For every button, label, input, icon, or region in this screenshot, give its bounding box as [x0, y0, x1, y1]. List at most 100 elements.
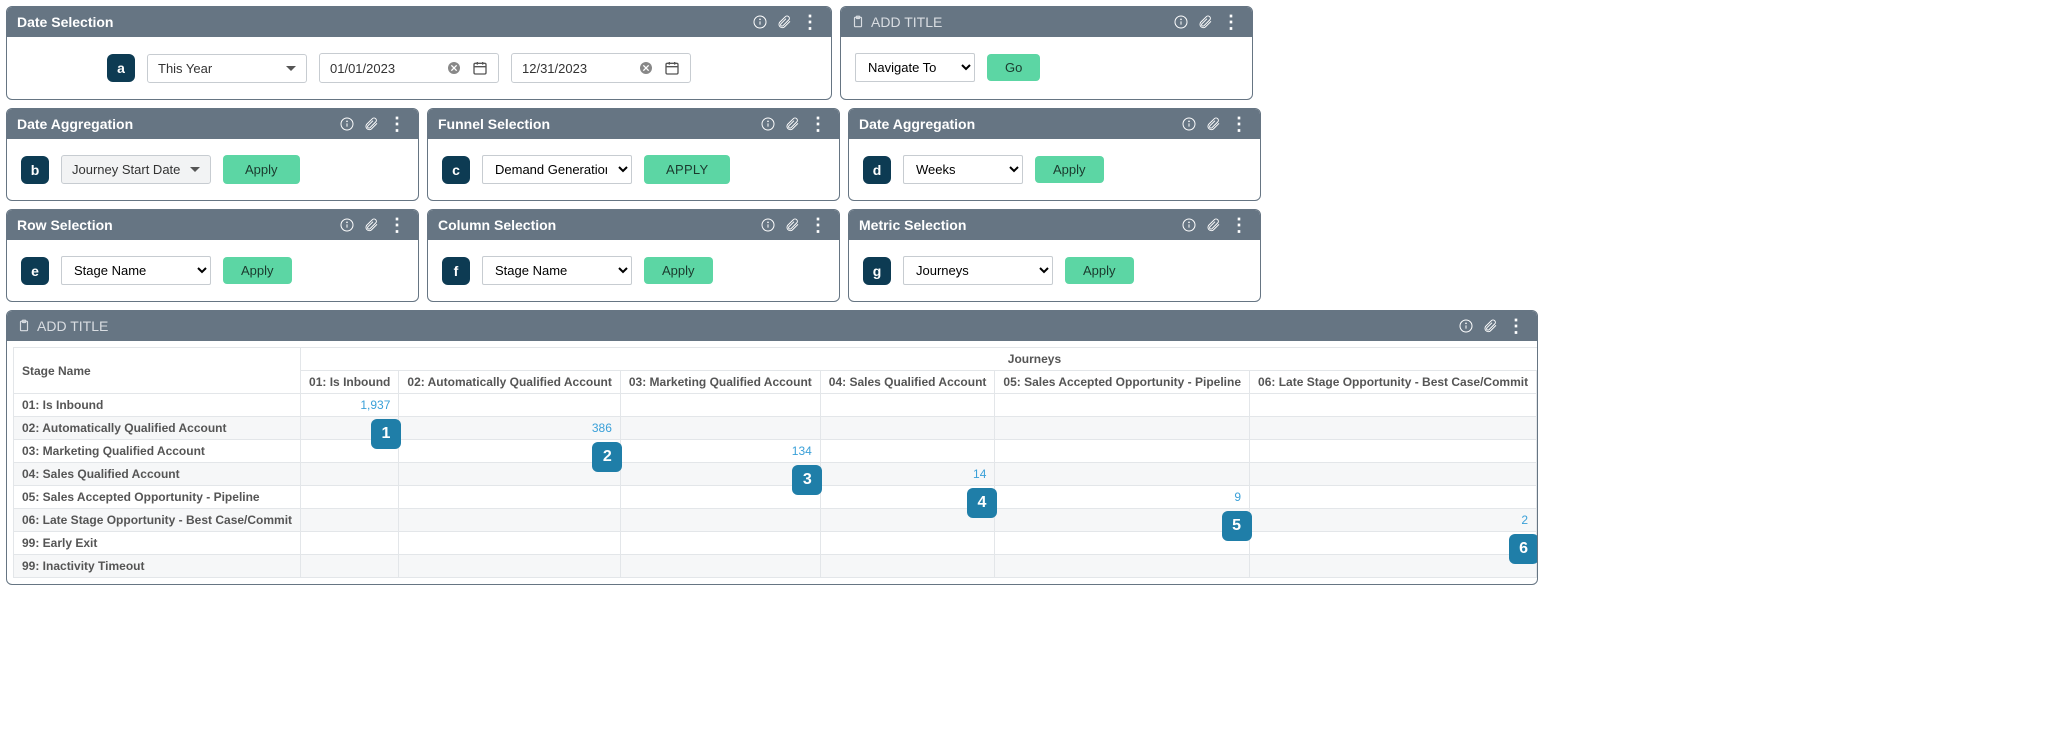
info-icon[interactable] — [1172, 13, 1190, 31]
data-cell-empty — [620, 417, 820, 440]
data-cell-value[interactable]: 14 — [820, 463, 995, 486]
marker-e: e — [21, 257, 49, 285]
date-start-input[interactable]: 01/01/2023 — [319, 53, 499, 83]
panel-title-placeholder[interactable]: ADD TITLE — [37, 318, 108, 334]
date-end-input[interactable]: 12/31/2023 — [511, 53, 691, 83]
data-cell-empty — [301, 532, 399, 555]
data-cell-empty — [820, 417, 995, 440]
kebab-menu-icon[interactable]: ⋮ — [386, 218, 408, 232]
apply-button[interactable]: Apply — [1065, 257, 1134, 284]
navigate-to-select[interactable]: Navigate To — [855, 53, 975, 82]
kebab-menu-icon[interactable]: ⋮ — [1220, 15, 1242, 29]
data-cell-empty — [820, 532, 995, 555]
info-icon[interactable] — [1180, 115, 1198, 133]
calendar-icon[interactable] — [664, 60, 680, 76]
data-cell-value[interactable]: 1,937 — [301, 394, 399, 417]
journeys-table: Stage Name Journeys 01: Is Inbound02: Au… — [13, 347, 1538, 578]
attachment-icon[interactable] — [775, 13, 793, 31]
clipboard-icon — [17, 319, 31, 333]
chevron-down-icon — [190, 167, 200, 172]
info-icon[interactable] — [338, 216, 356, 234]
data-cell-empty — [1250, 463, 1537, 486]
metric-selection-select[interactable]: Journeys — [903, 256, 1053, 285]
data-cell-empty — [995, 532, 1250, 555]
column-header: 02: Automatically Qualified Account — [399, 371, 620, 394]
attachment-icon[interactable] — [1204, 216, 1222, 234]
kebab-menu-icon[interactable]: ⋮ — [1505, 319, 1527, 333]
panel-header-row-selection: Row Selection ⋮ — [7, 210, 418, 240]
marker-g: g — [863, 257, 891, 285]
attachment-icon[interactable] — [1196, 13, 1214, 31]
data-cell-empty — [399, 509, 620, 532]
panel-title-placeholder[interactable]: ADD TITLE — [871, 14, 942, 30]
panel-header-add-title: ADD TITLE ⋮ — [841, 7, 1252, 37]
info-icon[interactable] — [759, 115, 777, 133]
apply-button[interactable]: Apply — [223, 257, 292, 284]
attachment-icon[interactable] — [1481, 317, 1499, 335]
table-row: 01: Is Inbound1,937 — [14, 394, 1539, 417]
attachment-icon[interactable] — [1204, 115, 1222, 133]
info-icon[interactable] — [751, 13, 769, 31]
kebab-menu-icon[interactable]: ⋮ — [386, 117, 408, 131]
panel-header-funnel-selection: Funnel Selection ⋮ — [428, 109, 839, 139]
column-header: 04: Sales Qualified Account — [820, 371, 995, 394]
panel-title: Date Aggregation — [17, 116, 133, 132]
apply-button[interactable]: Apply — [223, 155, 300, 184]
column-header: 01: Is Inbound — [301, 371, 399, 394]
date-aggregation-select[interactable]: Weeks — [903, 155, 1023, 184]
attachment-icon[interactable] — [783, 115, 801, 133]
kebab-menu-icon[interactable]: ⋮ — [807, 117, 829, 131]
calendar-icon[interactable] — [472, 60, 488, 76]
attachment-icon[interactable] — [362, 216, 380, 234]
date-value: 01/01/2023 — [330, 61, 436, 76]
panel-header-date-aggregation-2: Date Aggregation ⋮ — [849, 109, 1260, 139]
data-cell-empty — [301, 555, 399, 578]
funnel-select[interactable]: Demand Generation — [482, 155, 632, 184]
column-header: 05: Sales Accepted Opportunity - Pipelin… — [995, 371, 1250, 394]
row-label: 01: Is Inbound — [14, 394, 301, 417]
row-label: 05: Sales Accepted Opportunity - Pipelin… — [14, 486, 301, 509]
data-cell-value[interactable]: 386 — [399, 417, 620, 440]
date-range-preset-dropdown[interactable]: This Year — [147, 54, 307, 83]
table-container: Stage Name Journeys 01: Is Inbound02: Au… — [7, 347, 1537, 578]
data-cell-value[interactable]: 2 — [1250, 509, 1537, 532]
date-aggregation-dropdown[interactable]: Journey Start Date — [61, 155, 211, 184]
marker-1: 1 — [371, 419, 401, 449]
apply-button[interactable]: Apply — [1035, 156, 1104, 183]
info-icon[interactable] — [1180, 216, 1198, 234]
info-icon[interactable] — [759, 216, 777, 234]
data-cell-empty — [399, 532, 620, 555]
data-cell-empty — [995, 555, 1250, 578]
table-row: 02: Automatically Qualified Account386 — [14, 417, 1539, 440]
row-selection-select[interactable]: Stage Name — [61, 256, 211, 285]
data-cell-value[interactable]: 134 — [620, 440, 820, 463]
data-cell-value[interactable]: 9 — [995, 486, 1250, 509]
apply-button[interactable]: Apply — [644, 257, 713, 284]
info-icon[interactable] — [1457, 317, 1475, 335]
clear-icon[interactable] — [446, 60, 462, 76]
marker-3: 3 — [792, 465, 822, 495]
kebab-menu-icon[interactable]: ⋮ — [807, 218, 829, 232]
row-label: 03: Marketing Qualified Account — [14, 440, 301, 463]
kebab-menu-icon[interactable]: ⋮ — [1228, 117, 1250, 131]
attachment-icon[interactable] — [362, 115, 380, 133]
clipboard-icon — [851, 15, 865, 29]
row-header-label: Stage Name — [14, 348, 301, 394]
kebab-menu-icon[interactable]: ⋮ — [1228, 218, 1250, 232]
clear-icon[interactable] — [638, 60, 654, 76]
attachment-icon[interactable] — [783, 216, 801, 234]
panel-header-column-selection: Column Selection ⋮ — [428, 210, 839, 240]
panel-header-data-table: ADD TITLE ⋮ — [7, 311, 1537, 341]
go-button[interactable]: Go — [987, 54, 1040, 81]
column-group-label: Journeys — [301, 348, 1538, 371]
data-cell-empty — [620, 509, 820, 532]
column-selection-select[interactable]: Stage Name — [482, 256, 632, 285]
panel-header-date-aggregation: Date Aggregation ⋮ — [7, 109, 418, 139]
panel-title: Metric Selection — [859, 217, 966, 233]
data-cell-empty — [820, 555, 995, 578]
apply-button[interactable]: APPLY — [644, 155, 730, 184]
marker-c: c — [442, 156, 470, 184]
info-icon[interactable] — [338, 115, 356, 133]
data-cell-empty — [301, 509, 399, 532]
kebab-menu-icon[interactable]: ⋮ — [799, 15, 821, 29]
